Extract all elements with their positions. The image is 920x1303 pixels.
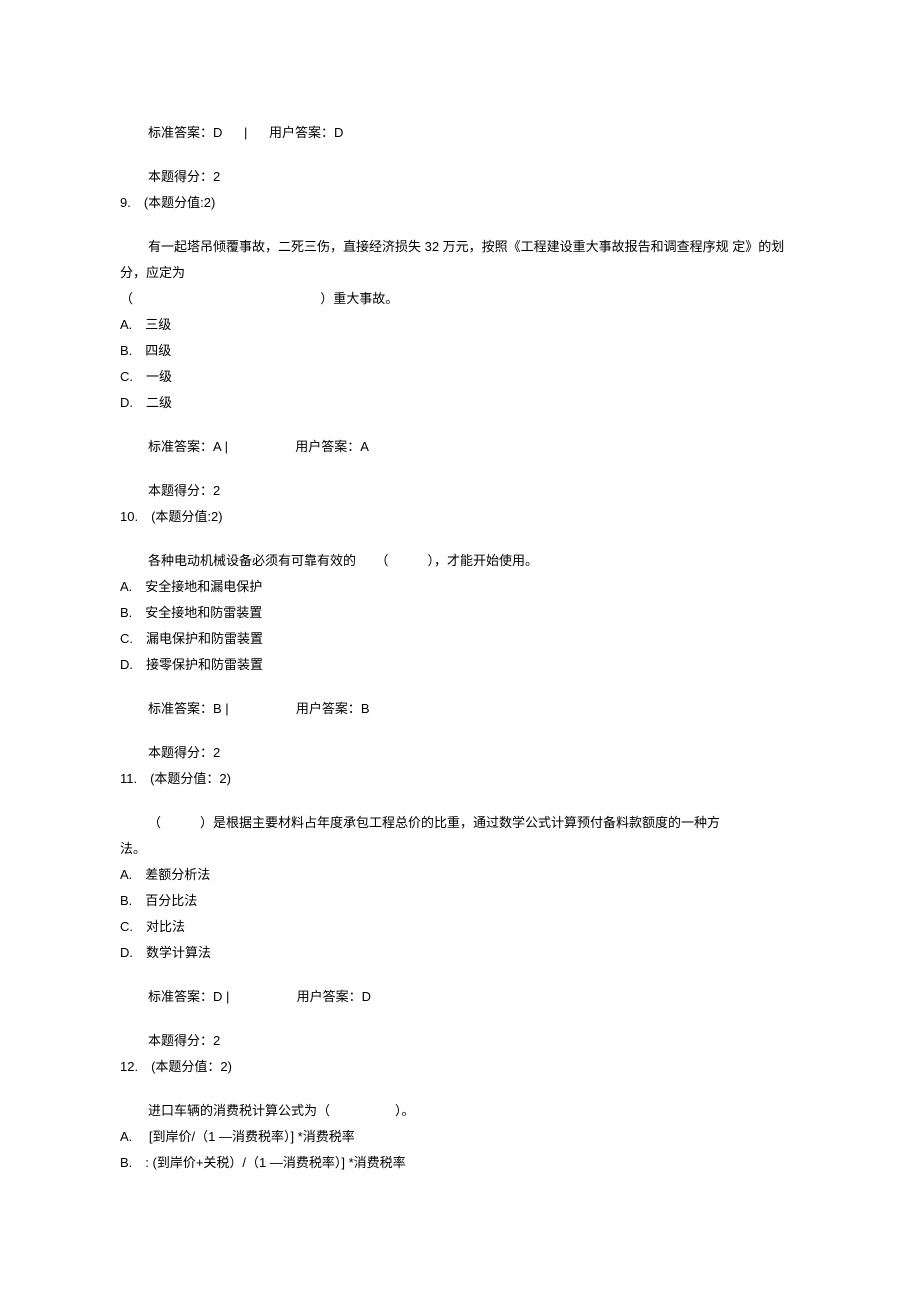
q8-score: 本题得分：2 bbox=[120, 164, 800, 190]
q10-option-b: B. 安全接地和防雷装置 bbox=[120, 600, 800, 626]
q10-score: 本题得分：2 bbox=[120, 740, 800, 766]
q12-options: A. [到岸价/（1 —消费税率）] *消费税率 B. : (到岸价+关税）/（… bbox=[120, 1124, 800, 1176]
separator: | bbox=[244, 120, 247, 146]
q9-standard-answer: 标准答案：A | bbox=[148, 434, 228, 460]
q11-user-answer: 用户答案：D bbox=[297, 984, 371, 1010]
q11-options: A. 差额分析法 B. 百分比法 C. 对比法 D. 数学计算法 bbox=[120, 862, 800, 966]
q9-stem-line2-suffix: ）重大事故。 bbox=[320, 291, 398, 306]
q11-option-a: A. 差额分析法 bbox=[120, 862, 800, 888]
q9-option-a: A. 三级 bbox=[120, 312, 800, 338]
q10-user-answer: 用户答案：B bbox=[296, 696, 370, 722]
q8-standard-answer: 标准答案：D bbox=[148, 120, 222, 146]
q11-header: 11. (本题分值：2) bbox=[120, 766, 800, 792]
q10-header: 10. (本题分值:2) bbox=[120, 504, 800, 530]
q9-user-answer: 用户答案：A bbox=[295, 434, 369, 460]
q8-user-answer: 用户答案：D bbox=[269, 120, 343, 146]
q11-score: 本题得分：2 bbox=[120, 1028, 800, 1054]
q9-score: 本题得分：2 bbox=[120, 478, 800, 504]
q11-stem: （ ）是根据主要材料占年度承包工程总价的比重，通过数学公式计算预付备料款额度的一… bbox=[120, 810, 800, 862]
document-page: 标准答案：D | 用户答案：D 本题得分：2 9. (本题分值:2) 有一起塔吊… bbox=[0, 0, 920, 1256]
q11-option-b: B. 百分比法 bbox=[120, 888, 800, 914]
q9-option-d: D. 二级 bbox=[120, 390, 800, 416]
q12-header: 12. (本题分值：2) bbox=[120, 1054, 800, 1080]
q9-option-c: C. 一级 bbox=[120, 364, 800, 390]
q8-answer-row: 标准答案：D | 用户答案：D bbox=[120, 120, 800, 146]
q10-stem: 各种电动机械设备必须有可靠有效的 （ ），才能开始使用。 bbox=[120, 548, 800, 574]
q9-answer-row: 标准答案：A | 用户答案：A bbox=[120, 434, 800, 460]
q9-header: 9. (本题分值:2) bbox=[120, 190, 800, 216]
q12-option-a: A. [到岸价/（1 —消费税率）] *消费税率 bbox=[120, 1124, 800, 1150]
q11-option-c: C. 对比法 bbox=[120, 914, 800, 940]
q11-stem-line2: 法。 bbox=[120, 841, 146, 856]
q9-options: A. 三级 B. 四级 C. 一级 D. 二级 bbox=[120, 312, 800, 416]
q10-option-d: D. 接零保护和防雷装置 bbox=[120, 652, 800, 678]
q11-answer-row: 标准答案：D | 用户答案：D bbox=[120, 984, 800, 1010]
q10-option-c: C. 漏电保护和防雷装置 bbox=[120, 626, 800, 652]
q10-answer-row: 标准答案：B | 用户答案：B bbox=[120, 696, 800, 722]
q9-stem: 有一起塔吊倾覆事故，二死三伤，直接经济损失 32 万元，按照《工程建设重大事故报… bbox=[120, 234, 800, 312]
q12-option-b: B. : (到岸价+关税）/（1 —消费税率）] *消费税率 bbox=[120, 1150, 800, 1176]
q11-stem-line1: （ ）是根据主要材料占年度承包工程总价的比重，通过数学公式计算预付备料款额度的一… bbox=[120, 815, 720, 830]
q9-stem-line1: 有一起塔吊倾覆事故，二死三伤，直接经济损失 32 万元，按照《工程建设重大事故报… bbox=[120, 239, 784, 280]
q11-option-d: D. 数学计算法 bbox=[120, 940, 800, 966]
q10-standard-answer: 标准答案：B | bbox=[148, 696, 229, 722]
q12-stem: 进口车辆的消费税计算公式为（ ）。 bbox=[120, 1098, 800, 1124]
q10-options: A. 安全接地和漏电保护 B. 安全接地和防雷装置 C. 漏电保护和防雷装置 D… bbox=[120, 574, 800, 678]
q11-standard-answer: 标准答案：D | bbox=[148, 984, 229, 1010]
q10-option-a: A. 安全接地和漏电保护 bbox=[120, 574, 800, 600]
q9-stem-line2-prefix: （ bbox=[120, 291, 133, 306]
q9-option-b: B. 四级 bbox=[120, 338, 800, 364]
